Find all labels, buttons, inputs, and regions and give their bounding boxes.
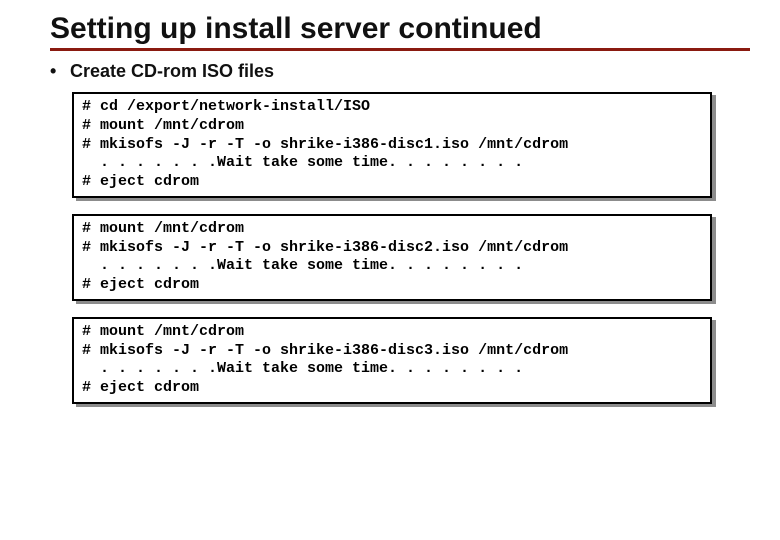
codeblock-wrap-1: # cd /export/network-install/ISO # mount… xyxy=(72,92,712,198)
slide-title: Setting up install server continued xyxy=(50,12,750,46)
bullet-line: •Create CD-rom ISO files xyxy=(50,61,750,82)
codeblock-wrap-3: # mount /mnt/cdrom # mkisofs -J -r -T -o… xyxy=(72,317,712,404)
title-underline xyxy=(50,48,750,51)
codeblock-wrap-2: # mount /mnt/cdrom # mkisofs -J -r -T -o… xyxy=(72,214,712,301)
slide: Setting up install server continued •Cre… xyxy=(0,0,780,404)
bullet-text: Create CD-rom ISO files xyxy=(70,61,274,81)
codeblock-2: # mount /mnt/cdrom # mkisofs -J -r -T -o… xyxy=(72,214,712,301)
bullet-dot: • xyxy=(50,61,70,82)
codeblock-1: # cd /export/network-install/ISO # mount… xyxy=(72,92,712,198)
codeblock-3: # mount /mnt/cdrom # mkisofs -J -r -T -o… xyxy=(72,317,712,404)
